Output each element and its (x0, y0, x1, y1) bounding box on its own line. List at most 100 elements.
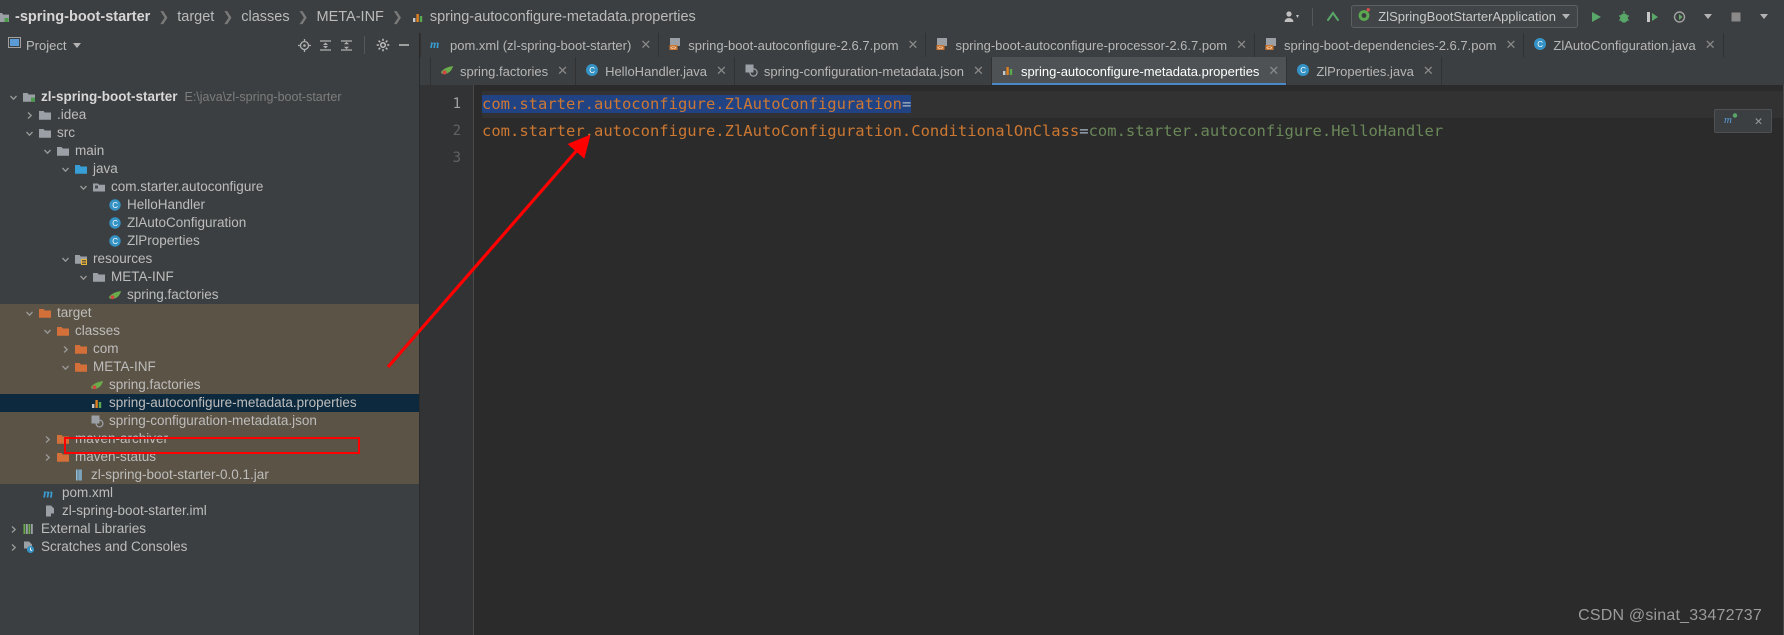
chevron-down-icon[interactable] (60, 362, 71, 373)
breadcrumb-item-meta-inf[interactable]: META-INF (317, 9, 384, 25)
tree-node-label: pom.xml (62, 485, 114, 500)
tree-node-spring-factories-target[interactable]: spring.factories (0, 376, 419, 394)
tree-node-meta-inf-target[interactable]: META-INF (0, 358, 419, 376)
chevron-down-icon[interactable] (24, 128, 35, 139)
close-icon[interactable]: ✕ (908, 37, 919, 53)
breadcrumb-item-target[interactable]: target (177, 9, 214, 25)
debug-icon[interactable] (1610, 4, 1638, 30)
user-dropdown-icon[interactable] (1278, 4, 1306, 30)
tree-node-target[interactable]: target (0, 304, 419, 322)
tree-node-pom-xml[interactable]: m pom.xml (0, 484, 419, 502)
editor-tab-spring-configuration-metadata-json[interactable]: spring-configuration-metadata.json ✕ (735, 57, 992, 85)
collapse-all-icon[interactable] (337, 35, 356, 55)
tree-node-main[interactable]: main (0, 142, 419, 160)
tree-node-src[interactable]: src (0, 124, 419, 142)
breadcrumb-item-classes[interactable]: classes (241, 9, 289, 25)
close-icon[interactable]: ✕ (1506, 37, 1517, 53)
expand-all-icon[interactable] (316, 35, 335, 55)
chevron-down-icon[interactable] (42, 326, 53, 337)
project-tree[interactable]: zl-spring-boot-starter E:\java\zl-spring… (0, 85, 420, 635)
editor-tab-spring-factories[interactable]: spring.factories ✕ (430, 57, 577, 85)
tree-node-meta-inf-src[interactable]: META-INF (0, 268, 419, 286)
close-icon[interactable]: ✕ (1236, 37, 1247, 53)
tree-node-maven-status[interactable]: maven-status (0, 448, 419, 466)
chevron-down-icon[interactable] (8, 92, 19, 103)
breadcrumb-separator: ❯ (222, 8, 234, 24)
tree-node-classes[interactable]: classes (0, 322, 419, 340)
run-configuration-selector[interactable]: ZlSpringBootStarterApplication (1351, 5, 1578, 28)
tree-node-external-libraries[interactable]: External Libraries (0, 520, 419, 538)
close-icon[interactable]: ✕ (640, 37, 651, 53)
tree-node-package[interactable]: com.starter.autoconfigure (0, 178, 419, 196)
tree-node-label: spring-configuration-metadata.json (109, 413, 317, 428)
chevron-down-icon[interactable] (78, 272, 89, 283)
svg-text:<>: <> (671, 45, 677, 51)
hide-panel-icon[interactable] (394, 35, 413, 55)
editor-tab-hellohandler-java[interactable]: C HelloHandler.java ✕ (576, 57, 735, 85)
tree-node-com[interactable]: com (0, 340, 419, 358)
editor-tab-spring-boot-autoconfigure-pom[interactable]: <> spring-boot-autoconfigure-2.6.7.pom ✕ (659, 33, 927, 57)
profiler-icon[interactable] (1666, 4, 1694, 30)
tree-node-zlproperties[interactable]: C ZlProperties (0, 232, 419, 250)
chevron-right-icon[interactable] (8, 524, 19, 535)
tree-node-hellohandler[interactable]: C HelloHandler (0, 196, 419, 214)
chevron-down-icon[interactable] (78, 182, 89, 193)
tree-node-maven-archiver[interactable]: maven-archiver (0, 430, 419, 448)
chevron-down-icon[interactable] (73, 42, 82, 48)
code-line-3[interactable] (482, 145, 1784, 172)
tree-node-resources[interactable]: resources (0, 250, 419, 268)
tree-node-idea[interactable]: .idea (0, 106, 419, 124)
tree-node-label: spring.factories (127, 287, 219, 302)
editor-tab-pom-xml[interactable]: m pom.xml (zl-spring-boot-starter) ✕ (420, 33, 660, 57)
inspection-widget[interactable]: m ✕ (1714, 109, 1772, 133)
gear-icon[interactable] (373, 35, 392, 55)
tree-node-zlautoconfiguration[interactable]: C ZlAutoConfiguration (0, 214, 419, 232)
editor-content[interactable]: com.starter.autoconfigure.ZlAutoConfigur… (474, 85, 1784, 635)
editor-tab-spring-boot-autoconfigure-processor-pom[interactable]: <> spring-boot-autoconfigure-processor-2… (926, 33, 1256, 57)
chevron-right-icon[interactable] (60, 344, 71, 355)
close-icon[interactable]: ✕ (1268, 63, 1279, 79)
close-icon[interactable]: ✕ (716, 63, 727, 79)
tree-node-java[interactable]: java (0, 160, 419, 178)
tree-node-label: zl-spring-boot-starter.iml (62, 503, 207, 518)
run-icon[interactable] (1582, 4, 1610, 30)
stop-icon[interactable] (1722, 4, 1750, 30)
inspections-icon[interactable]: m (1724, 112, 1738, 130)
code-editor[interactable]: 1 2 3 com.starter.autoconfigure.ZlAutoCo… (420, 85, 1784, 635)
chevron-down-icon[interactable] (42, 146, 53, 157)
breadcrumb-item-file[interactable]: spring-autoconfigure-metadata.properties (411, 9, 696, 25)
tree-node-spring-autoconfigure-metadata-properties[interactable]: spring-autoconfigure-metadata.properties (0, 394, 419, 412)
breadcrumb-item-module[interactable]: -spring-boot-starter (0, 9, 150, 25)
chevron-down-icon[interactable] (24, 308, 35, 319)
code-line-1[interactable]: com.starter.autoconfigure.ZlAutoConfigur… (482, 91, 1784, 118)
tree-node-iml[interactable]: zl-spring-boot-starter.iml (0, 502, 419, 520)
close-icon[interactable]: ✕ (557, 63, 568, 79)
update-project-icon[interactable] (1319, 4, 1347, 30)
tree-node-scratches-and-consoles[interactable]: Scratches and Consoles (0, 538, 419, 556)
tree-node-jar[interactable]: zl-spring-boot-starter-0.0.1.jar (0, 466, 419, 484)
editor-tab-zlautoconfiguration-java[interactable]: C ZlAutoConfiguration.java ✕ (1524, 33, 1724, 57)
editor-tab-zlproperties-java[interactable]: C ZlProperties.java ✕ (1287, 57, 1442, 85)
close-icon[interactable]: ✕ (1705, 37, 1716, 53)
editor-tab-spring-boot-dependencies-pom[interactable]: <> spring-boot-dependencies-2.6.7.pom ✕ (1255, 33, 1525, 57)
close-icon[interactable]: ✕ (973, 63, 984, 79)
tree-node-spring-configuration-metadata-json[interactable]: spring-configuration-metadata.json (0, 412, 419, 430)
breadcrumb-label: META-INF (316, 8, 384, 25)
chevron-right-icon[interactable] (42, 434, 53, 445)
close-icon[interactable]: ✕ (1423, 63, 1434, 79)
chevron-right-icon[interactable] (8, 542, 19, 553)
run-coverage-icon[interactable] (1638, 4, 1666, 30)
svg-text:C: C (1538, 40, 1544, 49)
editor-tab-spring-autoconfigure-metadata-properties[interactable]: spring-autoconfigure-metadata.properties… (991, 57, 1288, 85)
locate-icon[interactable] (295, 35, 314, 55)
tree-node-root[interactable]: zl-spring-boot-starter E:\java\zl-spring… (0, 88, 419, 106)
chevron-down-icon[interactable] (60, 254, 71, 265)
more-options-icon[interactable] (1750, 4, 1778, 30)
chevron-right-icon[interactable] (42, 452, 53, 463)
chevron-right-icon[interactable] (24, 110, 35, 121)
tree-node-spring-factories-src[interactable]: spring.factories (0, 286, 419, 304)
code-line-2[interactable]: com.starter.autoconfigure.ZlAutoConfigur… (482, 118, 1784, 145)
chevron-down-icon[interactable] (60, 164, 71, 175)
chevron-down-icon[interactable] (1694, 4, 1722, 30)
close-icon[interactable]: ✕ (1755, 114, 1763, 129)
